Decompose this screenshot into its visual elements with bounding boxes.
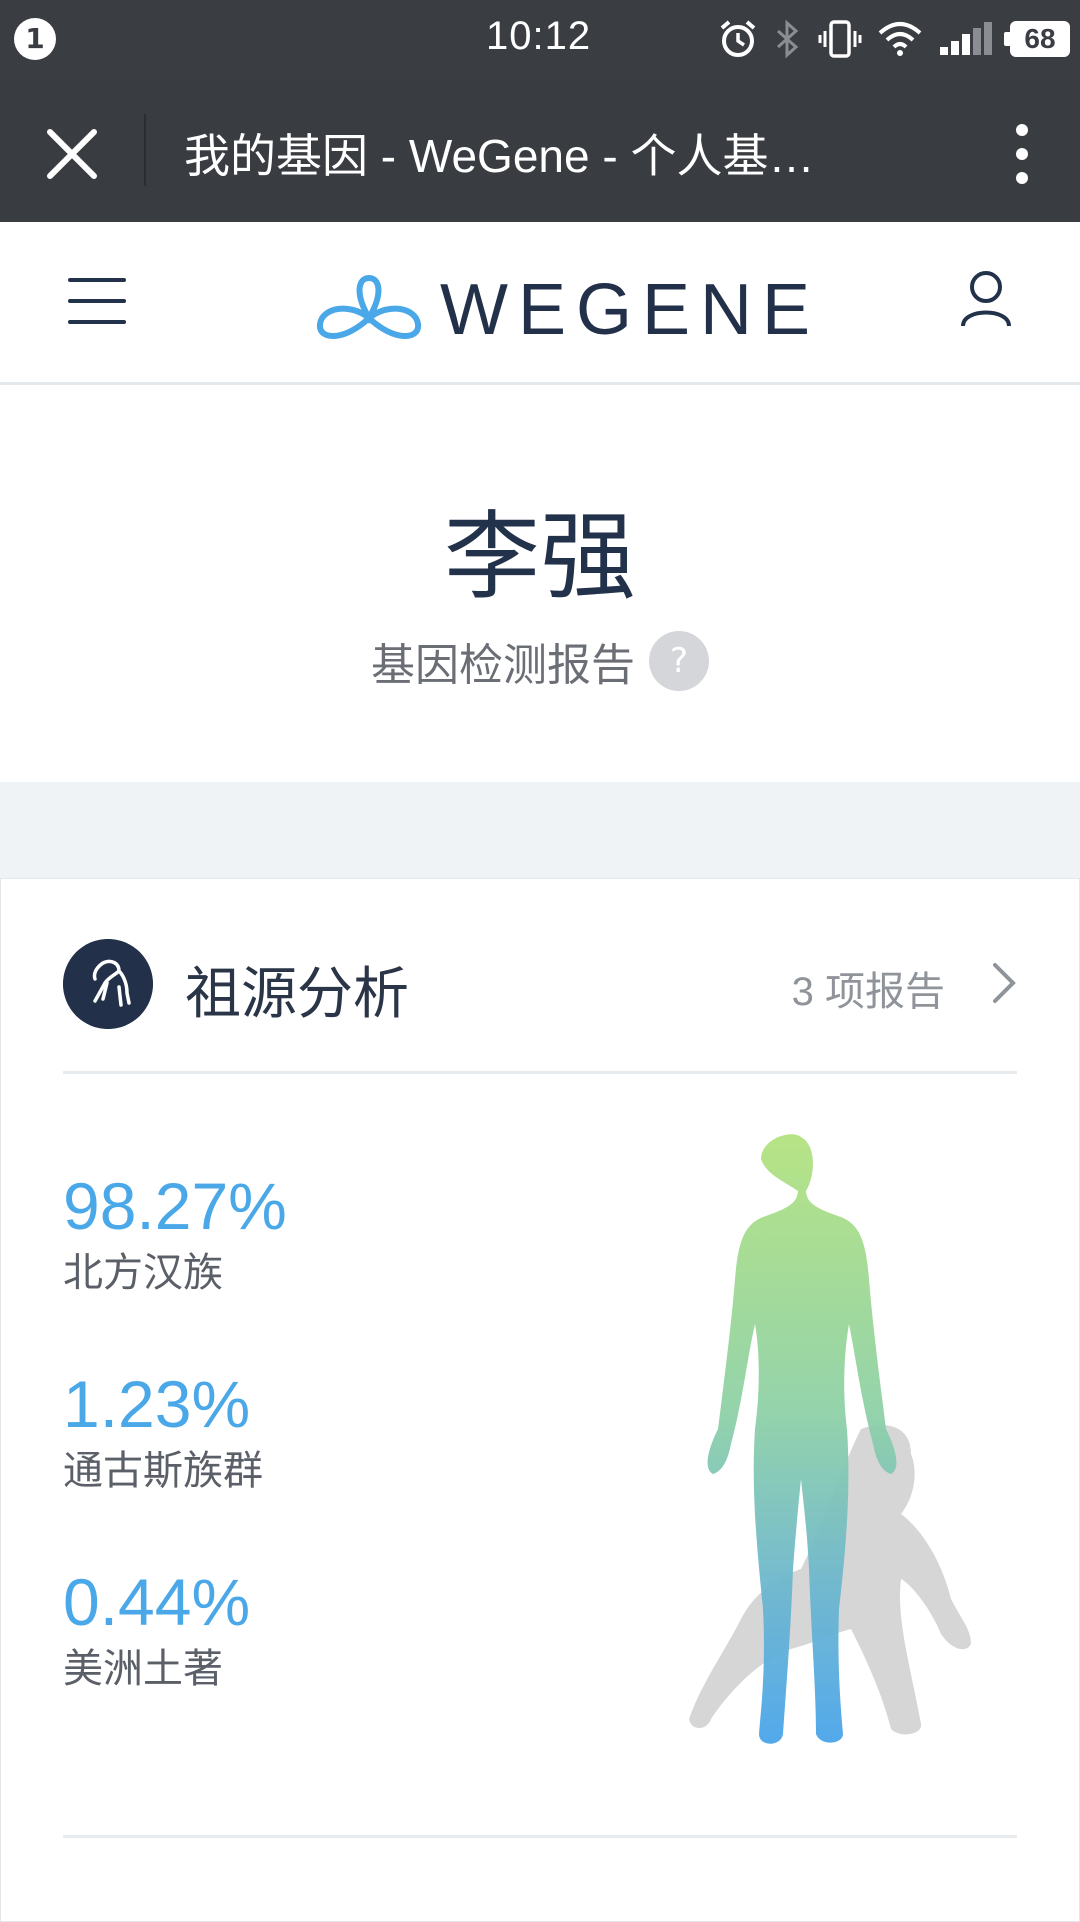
ancestry-name: 通古斯族群 [63,1448,263,1494]
ancestry-list: 98.27% 北方汉族 1.23% 通古斯族群 0.44% 美洲土著 [63,1169,463,1763]
close-icon[interactable] [44,126,100,182]
signal-icon [940,22,992,55]
status-time: 10:12 [486,14,592,58]
card-bottom-divider [63,1835,1017,1838]
hamburger-menu-icon[interactable] [68,278,126,324]
ancestry-name: 北方汉族 [63,1250,223,1296]
ancestry-card-header[interactable]: 祖源分析 3 项报告 [63,939,1017,1031]
profile-name: 李强 [444,501,636,613]
report-subtitle-text: 基因检测报告 [371,640,635,691]
logo-icon [317,274,421,339]
gorilla-icon [63,939,153,1029]
ancestry-card[interactable]: 祖源分析 3 项报告 98.27% 北方汉族 1.23% 通古斯族群 0.44%… [0,878,1080,1922]
help-icon[interactable]: ? [649,631,709,691]
logo-text: WEGENE [440,270,821,350]
more-menu-icon[interactable] [1008,118,1036,190]
browser-toolbar: 我的基因 - WeGene - 个人基… [0,78,1080,222]
browser-title: 我的基因 - WeGene - 个人基… [184,130,815,182]
ancestry-item: 98.27% 北方汉族 [63,1169,463,1367]
wifi-icon [878,22,922,56]
status-icons: 68 [718,12,1070,66]
ancestry-percent: 0.44% [63,1565,251,1639]
vibrate-icon [818,20,862,58]
profile-section: 李强 基因检测报告 ? [0,385,1080,782]
battery-icon: 68 [1004,21,1070,57]
ancestry-percent: 98.27% [63,1169,287,1243]
report-count: 3 项报告 [791,970,945,1014]
status-bar: 1 10:12 68 [0,0,1080,78]
user-account-icon[interactable] [960,270,1012,328]
bluetooth-icon [777,19,799,59]
ancestry-percent: 1.23% [63,1367,251,1441]
ancestry-item: 0.44% 美洲土著 [63,1565,463,1763]
ancestry-item: 1.23% 通古斯族群 [63,1367,463,1565]
alarm-icon [720,20,756,57]
report-subtitle: 基因检测报告 ? [0,629,1080,693]
toolbar-divider [144,114,146,186]
site-header: WEGENE [0,222,1080,385]
card-divider [63,1071,1017,1074]
wegene-logo[interactable]: WEGENE [314,270,820,350]
notification-badge: 1 [14,18,56,60]
section-gap [0,782,1080,878]
ancestry-name: 美洲土著 [63,1646,223,1692]
ancestry-card-title: 祖源分析 [185,962,409,1027]
chevron-right-icon[interactable] [991,961,1017,1005]
human-ape-figure-illustration [689,1134,971,1744]
